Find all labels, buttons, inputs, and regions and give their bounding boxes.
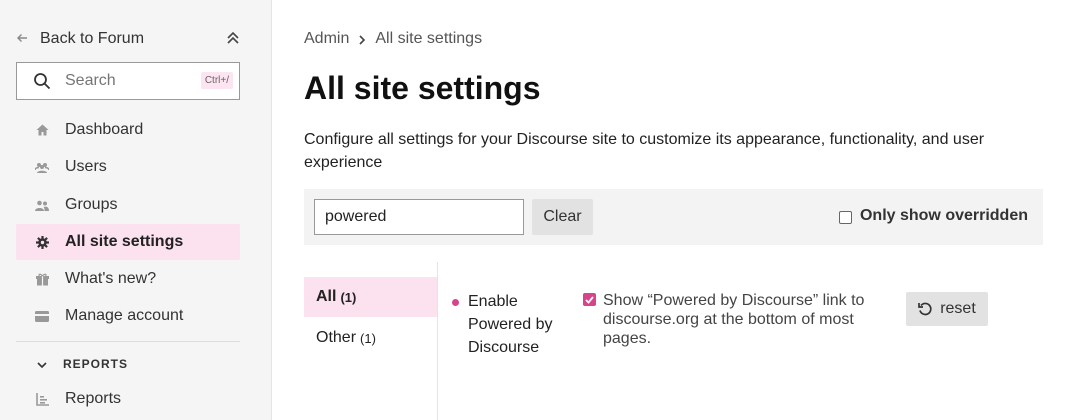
reset-label: reset	[940, 300, 976, 317]
sidebar-item-label: Users	[65, 158, 107, 175]
search-input[interactable]	[65, 72, 185, 90]
breadcrumb-current: All site settings	[375, 30, 483, 47]
back-to-forum-label: Back to Forum	[40, 30, 145, 47]
chevron-right-icon	[357, 33, 367, 45]
category-count: (1)	[340, 289, 357, 305]
chevron-down-icon	[36, 358, 48, 370]
clear-filter-button[interactable]: Clear	[532, 199, 593, 235]
groups-icon	[35, 198, 49, 212]
breadcrumb-admin-link[interactable]: Admin	[304, 30, 349, 48]
sidebar-item-users[interactable]: Users	[16, 149, 240, 185]
sidebar-item-label: Groups	[65, 196, 118, 213]
gift-icon	[35, 272, 49, 286]
page-title: All site settings	[304, 70, 541, 106]
reports-section-label: REPORTS	[63, 357, 129, 371]
breadcrumb: Admin All site settings	[304, 30, 482, 48]
sidebar-item-label: Dashboard	[65, 121, 144, 138]
sidebar-item-dashboard[interactable]: Dashboard	[16, 112, 240, 148]
sidebar-item-label: Manage account	[65, 307, 184, 324]
category-count: (1)	[360, 330, 376, 346]
chart-icon	[35, 392, 49, 406]
category-label: Other	[316, 329, 357, 346]
sidebar-divider	[16, 341, 240, 342]
arrow-left-icon	[16, 31, 30, 47]
gear-icon	[35, 235, 49, 249]
settings-filter-input[interactable]: powered	[314, 199, 524, 235]
setting-name: Enable Powered by Discourse	[468, 293, 553, 356]
category-all[interactable]: All (1)	[304, 277, 437, 317]
sidebar-search[interactable]: Ctrl+/	[16, 62, 240, 100]
back-to-forum-link[interactable]: Back to Forum	[16, 28, 242, 50]
collapse-sidebar-icon[interactable]	[226, 29, 240, 47]
sidebar-item-reports[interactable]: Reports	[16, 381, 240, 417]
only-show-overridden-toggle[interactable]: Only show overridden	[838, 207, 1028, 225]
only-show-overridden-checkbox[interactable]	[838, 211, 852, 224]
setting-enabled-checkbox[interactable]	[583, 293, 596, 306]
sidebar-item-label: What's new?	[65, 270, 157, 287]
reports-section-toggle[interactable]: REPORTS	[16, 354, 128, 374]
search-shortcut-hint: Ctrl+/	[200, 72, 233, 89]
settings-filter-bar: powered Clear Only show overridden	[304, 189, 1043, 245]
only-show-overridden-label: Only show overridden	[859, 207, 1028, 224]
setting-description: Show “Powered by Discourse” link to disc…	[603, 292, 865, 347]
sidebar-item-groups[interactable]: Groups	[16, 187, 240, 223]
home-icon	[35, 123, 49, 137]
admin-sidebar: Back to Forum Ctrl+/ Dashboard Users Gro…	[0, 0, 272, 420]
category-other[interactable]: Other (1)	[304, 318, 437, 358]
overridden-indicator-dot	[452, 299, 459, 306]
settings-category-list: All (1) Other (1)	[304, 262, 438, 420]
sidebar-item-whats-new[interactable]: What's new?	[16, 261, 240, 297]
sidebar-item-label: All site settings	[65, 233, 184, 250]
sidebar-item-label: Reports	[65, 390, 122, 407]
search-icon	[33, 72, 51, 90]
undo-icon	[918, 302, 932, 315]
category-label: All	[316, 288, 337, 305]
users-icon	[35, 160, 49, 174]
credit-card-icon	[35, 309, 49, 323]
sidebar-item-all-site-settings[interactable]: All site settings	[16, 224, 240, 260]
sidebar-item-manage-account[interactable]: Manage account	[16, 298, 240, 334]
page-description: Configure all settings for your Discours…	[304, 131, 985, 171]
reset-setting-button[interactable]: reset	[906, 292, 988, 326]
